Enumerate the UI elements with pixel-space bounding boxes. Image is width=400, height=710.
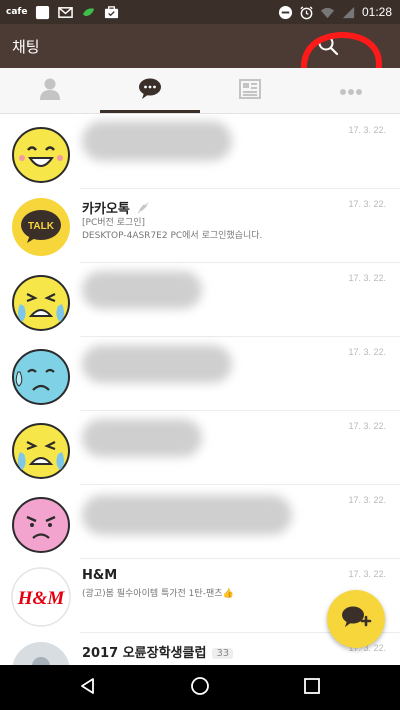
chat-name: 카카오톡 xyxy=(82,198,149,217)
wifi-icon xyxy=(320,5,335,20)
smiling-face-avatar xyxy=(12,127,70,183)
hm-logo-text: H&M xyxy=(17,588,66,609)
crying-face-avatar xyxy=(12,423,70,479)
angry-face-avatar xyxy=(12,497,70,553)
chat-message-line2: DESKTOP-4ASR7E2 PC에서 로그인했습니다. xyxy=(82,231,263,241)
chat-row[interactable]: 17. 3. 22. xyxy=(0,263,400,337)
crying-face-avatar xyxy=(12,275,70,331)
alarm-icon xyxy=(299,5,314,20)
tab-bar xyxy=(0,68,400,114)
do-not-disturb-icon xyxy=(278,5,293,20)
chat-date: 17. 3. 22. xyxy=(348,199,386,209)
chat-date: 17. 3. 22. xyxy=(348,125,386,135)
mail-icon xyxy=(58,5,74,20)
home-icon xyxy=(190,676,210,700)
redacted-name xyxy=(82,495,292,535)
page-title: 채팅 xyxy=(12,38,40,56)
speech-bubble-icon xyxy=(137,76,163,106)
chat-row[interactable]: 17. 3. 22. xyxy=(0,411,400,485)
hm-logo-avatar: H&M xyxy=(11,567,71,627)
more-icon xyxy=(335,76,365,106)
chat-date: 17. 3. 22. xyxy=(348,569,386,579)
chat-list[interactable]: 17. 3. 22. TALK 카카오톡 [PC버전 로그인] DESKTOP-… xyxy=(0,115,400,665)
active-tab-indicator xyxy=(100,110,200,113)
status-bar: cafe 01:28 xyxy=(0,0,400,24)
mute-icon xyxy=(138,202,149,214)
chat-row[interactable]: 17. 3. 22. xyxy=(0,337,400,411)
white-square-icon xyxy=(35,5,50,20)
back-icon xyxy=(78,676,98,700)
photo-avatar xyxy=(12,642,70,665)
sweating-face-avatar xyxy=(12,349,70,405)
news-grid-icon xyxy=(238,77,262,105)
chat-row[interactable]: TALK 카카오톡 [PC버전 로그인] DESKTOP-4ASR7E2 PC에… xyxy=(0,189,400,263)
signal-icon xyxy=(341,5,356,20)
kakaotalk-avatar: TALK xyxy=(12,198,70,256)
new-chat-icon xyxy=(340,603,372,635)
chat-name-text: 카카오톡 xyxy=(82,202,130,217)
carrier-label: cafe xyxy=(6,7,28,17)
chat-date: 17. 3. 22. xyxy=(348,421,386,431)
tab-chats[interactable] xyxy=(100,68,200,114)
redacted-name xyxy=(82,121,232,161)
kakaotalk-logo-text: TALK xyxy=(28,221,55,232)
chat-message: (광고)봄 필수아이템 특가전 1탄-팬츠👍 xyxy=(82,589,234,599)
chat-name-text: 2017 오륜장학생클럽 xyxy=(82,646,207,661)
redacted-name xyxy=(82,345,232,383)
tab-more[interactable] xyxy=(300,68,400,114)
chat-name: 2017 오륜장학생클럽 33 xyxy=(82,642,234,661)
leaf-icon xyxy=(81,5,96,20)
chat-date: 17. 3. 22. xyxy=(348,347,386,357)
member-count-badge: 33 xyxy=(212,648,234,659)
chat-message-line1: [PC버전 로그인] xyxy=(82,218,145,228)
chat-date: 17. 3. 22. xyxy=(348,495,386,505)
recents-button[interactable] xyxy=(299,675,325,701)
person-icon xyxy=(37,76,63,106)
chat-row[interactable]: 17. 3. 22. xyxy=(0,115,400,189)
tab-friends[interactable] xyxy=(0,68,100,114)
redacted-name xyxy=(82,271,202,309)
chat-name: H&M xyxy=(82,568,118,583)
back-button[interactable] xyxy=(75,675,101,701)
redacted-name xyxy=(82,419,202,457)
clock: 01:28 xyxy=(361,5,392,19)
new-chat-button[interactable] xyxy=(327,590,385,648)
home-button[interactable] xyxy=(187,675,213,701)
chat-row[interactable]: 17. 3. 22. xyxy=(0,485,400,559)
briefcase-icon xyxy=(104,5,119,20)
recents-icon xyxy=(302,676,322,700)
chat-date: 17. 3. 22. xyxy=(348,273,386,283)
system-nav-bar xyxy=(0,665,400,710)
tab-channel[interactable] xyxy=(200,68,300,114)
